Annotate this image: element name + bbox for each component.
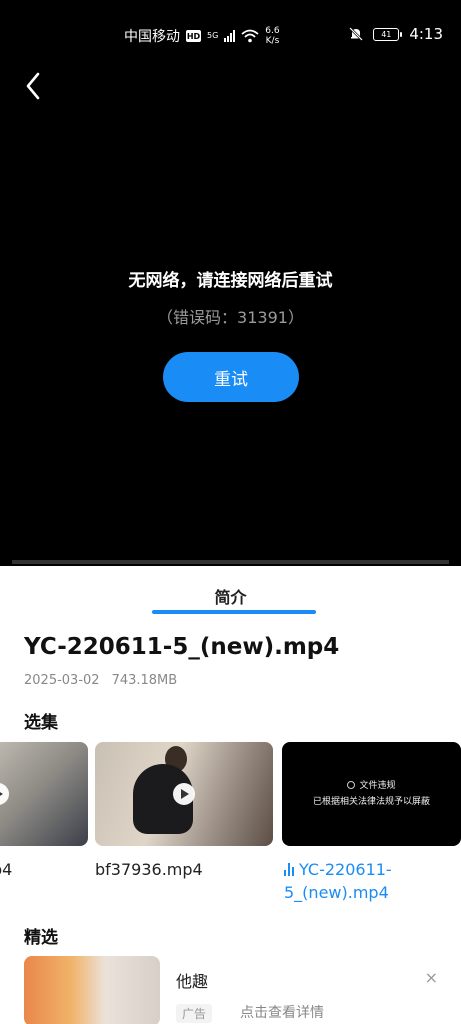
episodes-title: 选集: [24, 713, 58, 733]
blocked-icon: [347, 781, 356, 789]
episode-thumbnail-blocked[interactable]: 文件违规 已根据相关法律法规予以屏蔽: [282, 742, 461, 846]
signal-icon: [224, 30, 236, 42]
speed-unit: K/s: [265, 36, 280, 46]
play-icon: [0, 783, 9, 805]
video-player[interactable]: 中国移动 HD 5G 6.6 K/s 41 4:13 无网络，请连接网络后重试 …: [0, 0, 461, 566]
violation-title: 文件违规: [359, 781, 396, 791]
error-code: （错误码：31391）: [157, 308, 304, 327]
file-date: 2025-03-02: [24, 673, 100, 688]
status-right: 41 4:13: [349, 25, 443, 43]
network-speed: 6.6 K/s: [265, 26, 279, 46]
progress-bar[interactable]: [12, 560, 449, 564]
mute-bell-icon: [349, 27, 364, 41]
episode-name[interactable]: bf37936.mp4: [95, 858, 203, 881]
back-button[interactable]: [20, 68, 50, 104]
now-playing-icon: [284, 862, 294, 876]
status-bar: 中国移动 HD 5G 6.6 K/s 41 4:13: [0, 22, 461, 48]
episode-name[interactable]: p4: [0, 858, 12, 881]
battery-icon: 41: [373, 27, 403, 41]
status-left: 中国移动 HD 5G 6.6 K/s: [124, 26, 280, 46]
file-title: YC-220611-5_(new).mp4: [24, 634, 340, 660]
play-icon: [173, 783, 195, 805]
wifi-icon: [241, 29, 259, 43]
episode-thumbnail[interactable]: [0, 742, 88, 846]
ad-card[interactable]: 他趣 × 广告 点击查看详情: [24, 956, 444, 1024]
ad-badge: 广告: [176, 1004, 213, 1023]
ad-details-link[interactable]: 点击查看详情: [240, 1002, 324, 1022]
episode-thumbnail[interactable]: [95, 742, 273, 846]
ad-image: [24, 956, 160, 1024]
back-arrow-icon: [26, 72, 40, 100]
carrier-name: 中国移动: [124, 29, 180, 45]
file-meta: 2025-03-02 743.18MB: [24, 673, 177, 688]
violation-text: 已根据相关法律法规予以屏蔽: [312, 797, 430, 807]
close-icon[interactable]: ×: [425, 968, 438, 987]
tab-intro[interactable]: 简介: [0, 584, 461, 608]
featured-title: 精选: [24, 928, 58, 948]
tab-indicator: [152, 610, 316, 614]
network-type: 5G: [207, 31, 219, 40]
episode-name-playing[interactable]: YC-220611-5_(new).mp4: [284, 858, 459, 904]
hd-icon: HD: [186, 30, 201, 42]
file-size: 743.18MB: [111, 673, 178, 688]
ad-title: 他趣: [176, 972, 209, 991]
episode-name-text: YC-220611-5_(new).mp4: [284, 860, 392, 902]
retry-button[interactable]: 重试: [163, 352, 299, 402]
speed-value: 6.6: [265, 26, 280, 36]
violation-notice: 文件违规 已根据相关法律法规予以屏蔽: [282, 778, 461, 810]
info-sheet: 简介 YC-220611-5_(new).mp4 2025-03-02 743.…: [0, 566, 461, 1024]
error-message: 无网络，请连接网络后重试: [128, 271, 333, 291]
clock: 4:13: [409, 25, 443, 43]
